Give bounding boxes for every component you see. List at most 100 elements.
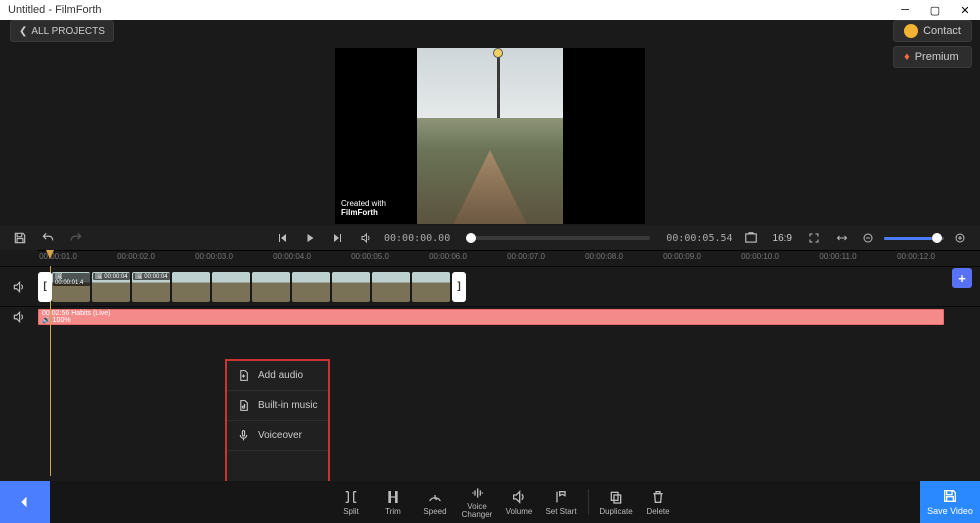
redo-icon[interactable] xyxy=(66,228,86,248)
tool-duplicate-label: Duplicate xyxy=(599,507,632,516)
save-icon[interactable] xyxy=(10,228,30,248)
popup-add-audio[interactable]: Add audio xyxy=(227,361,328,391)
audio-clip-title: 00:02:56 Habits (Live) xyxy=(42,310,940,317)
timecode-current: 00:00:00.00 xyxy=(384,233,450,244)
snapshot-icon[interactable] xyxy=(741,228,761,248)
popup-builtin-music-label: Built-in music xyxy=(258,400,317,411)
maximize-button[interactable]: ▢ xyxy=(920,0,950,20)
seek-bar[interactable] xyxy=(466,236,650,240)
undo-icon[interactable] xyxy=(38,228,58,248)
video-thumb[interactable] xyxy=(212,272,250,302)
tool-speed-label: Speed xyxy=(423,507,446,516)
clip-end-handle[interactable]: ] xyxy=(452,272,466,302)
audio-clip-volume: 🔊 100% xyxy=(42,317,940,324)
tool-voice-changer-label: Voice Changer xyxy=(462,503,493,519)
watermark-line2: FilmForth xyxy=(341,208,378,217)
file-plus-icon xyxy=(237,369,250,382)
ruler-tick: 00:00:10.0 xyxy=(741,252,779,261)
trim-icon xyxy=(385,489,401,505)
set-start-icon xyxy=(553,489,569,505)
tool-voice-changer[interactable]: Voice Changer xyxy=(456,481,498,523)
ruler-tick: 00:00:07.0 xyxy=(507,252,545,261)
chevron-left-icon: ❮ xyxy=(19,26,27,37)
ruler-tick: 00:00:02.0 xyxy=(117,252,155,261)
zoom-in-icon[interactable] xyxy=(950,228,970,248)
ruler-tick: 00:00:09.0 xyxy=(663,252,701,261)
window-title: Untitled - FilmForth xyxy=(8,4,890,16)
playback-bar: 00:00:00.00 00:00:05.54 16:9 xyxy=(0,226,980,250)
delete-icon xyxy=(650,489,666,505)
ruler-tick: 00:00:11.0 xyxy=(819,252,856,261)
tool-volume[interactable]: Volume xyxy=(498,481,540,523)
preview-area: Created with FilmForth xyxy=(0,48,980,226)
seek-knob[interactable] xyxy=(466,233,476,243)
thumb-overlay: 🖼 00:00:04 xyxy=(93,273,130,280)
ruler-tick: 00:00:08.0 xyxy=(585,252,623,261)
bottom-toolbar: Split Trim Speed Voice Changer Volume Se… xyxy=(0,481,980,523)
speed-icon xyxy=(427,489,443,505)
clip-start-handle[interactable]: [ xyxy=(38,272,52,302)
fit-icon[interactable] xyxy=(832,228,852,248)
zoom-slider[interactable] xyxy=(884,237,944,240)
add-clip-button[interactable]: + xyxy=(952,268,972,288)
video-track: [ 🖼 00:00:01.4🖼 00:00:04🖼 00:00:04] xyxy=(0,266,980,306)
ruler-tick: 00:00:06.0 xyxy=(429,252,467,261)
save-video-button[interactable]: Save Video xyxy=(920,481,980,523)
video-clips[interactable]: [ 🖼 00:00:01.4🖼 00:00:04🖼 00:00:04] xyxy=(38,267,980,306)
preview-frame xyxy=(417,48,563,224)
video-thumb[interactable]: 🖼 00:00:04 xyxy=(92,272,130,302)
preview-canvas[interactable]: Created with FilmForth xyxy=(335,48,645,224)
toolbar-separator xyxy=(588,489,589,515)
aspect-ratio[interactable]: 16:9 xyxy=(769,233,796,244)
tool-set-start[interactable]: Set Start xyxy=(540,481,582,523)
next-frame-icon[interactable] xyxy=(328,228,348,248)
save-video-label: Save Video xyxy=(927,506,973,516)
close-button[interactable]: ✕ xyxy=(950,0,980,20)
thumb-overlay: 🖼 00:00:04 xyxy=(133,273,170,280)
popup-builtin-music[interactable]: Built-in music xyxy=(227,391,328,421)
video-thumb[interactable] xyxy=(332,272,370,302)
play-icon[interactable] xyxy=(300,228,320,248)
popup-add-audio-label: Add audio xyxy=(258,370,303,381)
video-thumb[interactable] xyxy=(252,272,290,302)
watermark: Created with FilmForth xyxy=(341,200,386,218)
window-titlebar: Untitled - FilmForth ─ ▢ ✕ xyxy=(0,0,980,20)
timeline: [ 🖼 00:00:01.4🖼 00:00:04🖼 00:00:04] 00:0… xyxy=(0,266,980,476)
contact-icon xyxy=(904,24,918,38)
zoom-controls xyxy=(832,228,970,248)
back-button[interactable] xyxy=(0,481,50,523)
all-projects-button[interactable]: ❮ ALL PROJECTS xyxy=(10,20,114,42)
ruler-tick: 00:00:04.0 xyxy=(273,252,311,261)
tool-trim[interactable]: Trim xyxy=(372,481,414,523)
video-thumb[interactable] xyxy=(292,272,330,302)
tool-duplicate[interactable]: Duplicate xyxy=(595,481,637,523)
contact-button[interactable]: Contact xyxy=(893,20,972,42)
track-audio-icon[interactable] xyxy=(9,277,29,297)
audio-track-mute-icon[interactable] xyxy=(9,307,29,327)
timecode-total: 00:00:05.54 xyxy=(666,233,732,244)
tool-delete[interactable]: Delete xyxy=(637,481,679,523)
prev-frame-icon[interactable] xyxy=(272,228,292,248)
duplicate-icon xyxy=(608,489,624,505)
app-header: ❮ ALL PROJECTS Contact ♦ Premium xyxy=(0,20,980,48)
video-thumb[interactable]: 🖼 00:00:01.4 xyxy=(52,272,90,302)
audio-clip[interactable]: 00:02:56 Habits (Live) 🔊 100% xyxy=(38,309,944,325)
minimize-button[interactable]: ─ xyxy=(890,0,920,20)
tool-split[interactable]: Split xyxy=(330,481,372,523)
audio-track: 00:02:56 Habits (Live) 🔊 100% xyxy=(0,306,980,326)
zoom-out-icon[interactable] xyxy=(858,228,878,248)
ruler-tick: 00:00:01.0 xyxy=(39,252,77,261)
video-thumb[interactable] xyxy=(172,272,210,302)
fullscreen-icon[interactable] xyxy=(804,228,824,248)
tool-speed[interactable]: Speed xyxy=(414,481,456,523)
video-thumb[interactable]: 🖼 00:00:04 xyxy=(132,272,170,302)
video-thumb[interactable] xyxy=(412,272,450,302)
ruler-tick: 00:00:05.0 xyxy=(351,252,389,261)
audio-icon[interactable] xyxy=(356,228,376,248)
all-projects-label: ALL PROJECTS xyxy=(31,26,105,37)
timeline-ruler[interactable]: 00:00:01.000:00:02.000:00:03.000:00:04.0… xyxy=(38,250,980,266)
popup-voiceover[interactable]: Voiceover xyxy=(227,421,328,451)
tool-volume-label: Volume xyxy=(506,507,533,516)
tool-split-label: Split xyxy=(343,507,359,516)
video-thumb[interactable] xyxy=(372,272,410,302)
